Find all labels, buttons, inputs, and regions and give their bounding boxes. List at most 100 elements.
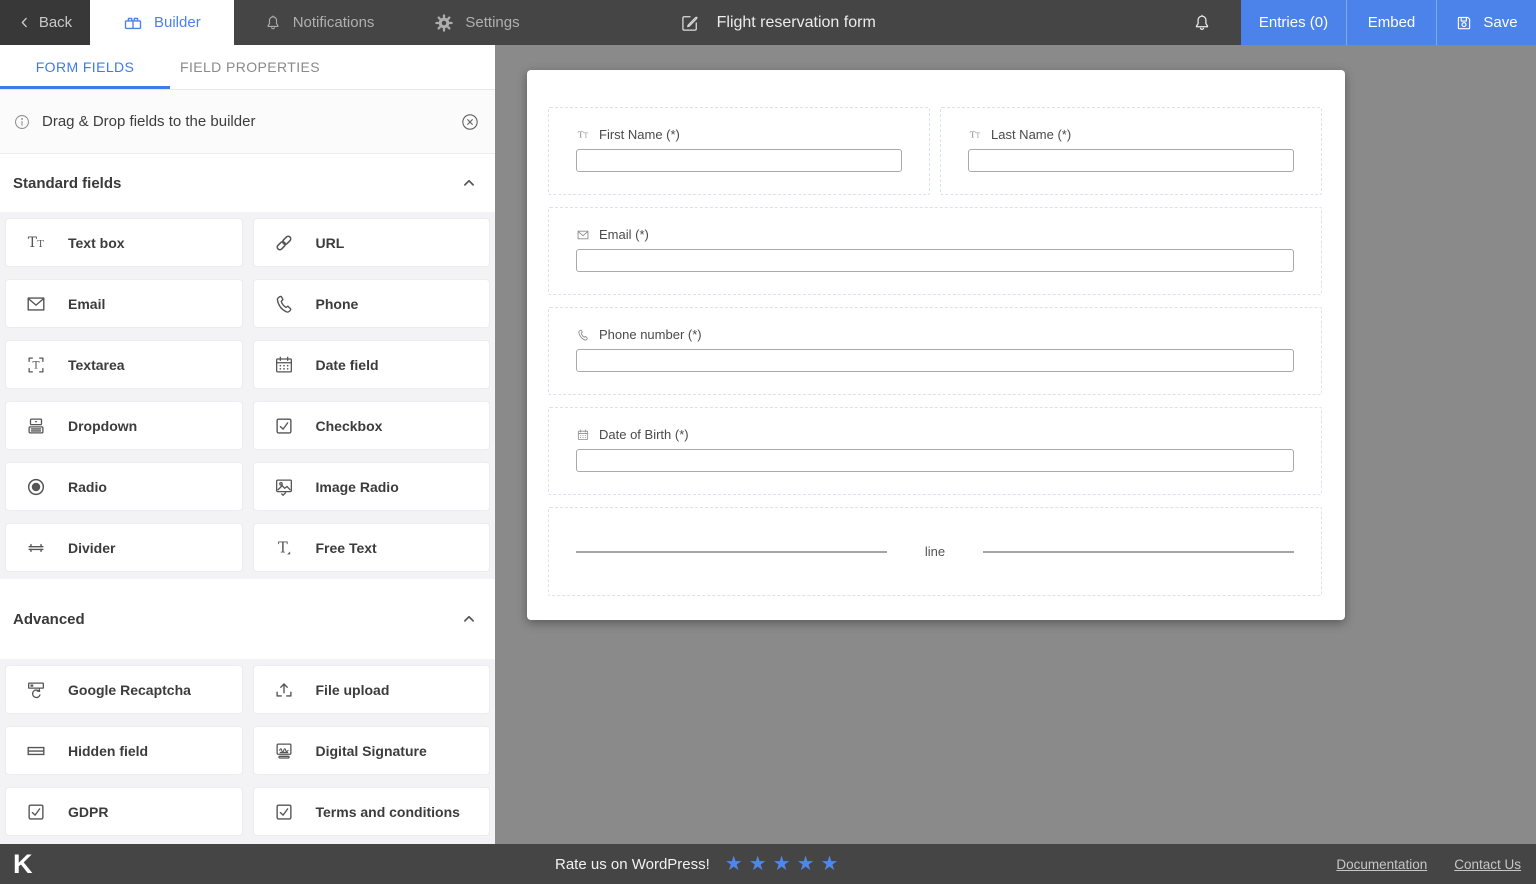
field-card-label: Hidden field [68,743,148,759]
tab-notifications-label: Notifications [293,14,375,31]
tab-form-fields[interactable]: FORM FIELDS [0,45,170,89]
field-card-file-upload[interactable]: File upload [253,665,491,714]
footer-links: Documentation Contact Us [1336,857,1521,872]
form-field-phone-number[interactable]: Phone number (*) [548,307,1322,395]
star-icon[interactable]: ★ [725,854,743,874]
field-card-label: Divider [68,540,115,556]
notifications-bell-button[interactable] [1192,0,1212,45]
field-card-radio[interactable]: Radio [5,462,243,511]
field-card-label: Google Recaptcha [68,682,191,698]
tab-settings[interactable]: Settings [404,0,549,45]
drag-drop-hint: Drag & Drop fields to the builder [0,90,495,154]
field-label: TT First Name (*) [576,127,902,142]
chevron-up-icon[interactable] [460,174,478,192]
form-field-date-of-birth[interactable]: Date of Birth (*) [548,407,1322,495]
star-icon[interactable]: ★ [773,854,791,874]
field-card-image-radio[interactable]: Image Radio [253,462,491,511]
rate-text: Rate us on WordPress! [555,856,710,873]
section-title: Standard fields [13,175,121,192]
email-input[interactable] [576,249,1294,272]
tab-notifications[interactable]: Notifications [234,0,405,45]
field-card-free-text[interactable]: TFree Text [253,523,491,572]
field-card-label: File upload [316,682,390,698]
section-header-standard-fields[interactable]: Standard fields [0,154,495,212]
entries-button[interactable]: Entries (0) [1241,0,1346,45]
field-label-text: First Name (*) [599,127,680,142]
field-label: Phone number (*) [576,327,1294,342]
chevron-up-icon[interactable] [460,610,478,628]
embed-button-label: Embed [1368,14,1416,31]
sidebar-tabs: FORM FIELDS FIELD PROPERTIES [0,45,495,90]
field-card-checkbox[interactable]: Checkbox [253,401,491,450]
field-card-email[interactable]: Email [5,279,243,328]
footer-link-documentation[interactable]: Documentation [1336,857,1427,872]
form-field-first-name[interactable]: TT First Name (*) [548,107,930,195]
checkbox-icon [273,415,295,437]
divider-icon [25,537,47,559]
field-card-text-box[interactable]: TTText box [5,218,243,267]
recaptcha-icon [25,679,47,701]
field-grid-standard-fields: TTText boxURLEmail Phone TTextareaDate fie… [0,212,495,579]
field-grid-advanced: Google Recaptcha File upload Hidden field D… [0,659,495,843]
field-card-textarea[interactable]: TTextarea [5,340,243,389]
top-bar-actions: Entries (0) Embed Save [1192,0,1536,45]
form-field-email[interactable]: Email (*) [548,207,1322,295]
field-card-google-recaptcha[interactable]: Google Recaptcha [5,665,243,714]
upload-icon [273,679,295,701]
field-card-hidden-field[interactable]: Hidden field [5,726,243,775]
form-field-divider[interactable]: line [548,507,1322,596]
section-header-advanced[interactable]: Advanced [0,579,495,659]
top-bar: Back Builder Notifications Settings Flig… [0,0,1536,45]
hidden-icon [25,740,47,762]
hint-text: Drag & Drop fields to the builder [42,113,255,130]
field-card-date-field[interactable]: Date field [253,340,491,389]
svg-text:T: T [278,539,288,556]
edit-icon[interactable] [680,13,700,33]
save-button[interactable]: Save [1436,0,1536,45]
svg-text:T: T [28,235,38,251]
star-icon[interactable]: ★ [821,854,839,874]
tab-builder[interactable]: Builder [90,0,234,45]
embed-button[interactable]: Embed [1346,0,1436,45]
phone-icon [273,293,295,315]
field-card-terms-and-conditions[interactable]: Terms and conditions [253,787,491,836]
field-card-label: Phone [316,296,359,312]
email-icon [576,228,590,242]
textbox-icon: TT [576,128,590,142]
last-name-input[interactable] [968,149,1294,172]
field-card-label: Dropdown [68,418,137,434]
field-label-text: Email (*) [599,227,649,242]
sidebar: FORM FIELDS FIELD PROPERTIES Drag & Drop… [0,45,495,844]
field-card-label: Image Radio [316,479,399,495]
field-card-label: Terms and conditions [316,804,460,820]
field-card-url[interactable]: URL [253,218,491,267]
entries-button-label: Entries (0) [1259,14,1328,31]
bell-icon [264,14,282,32]
image-icon [273,476,295,498]
tab-field-properties-label: FIELD PROPERTIES [180,59,320,75]
phone-number-input[interactable] [576,349,1294,372]
radio-icon [25,476,47,498]
field-card-digital-signature[interactable]: Digital Signature [253,726,491,775]
back-button[interactable]: Back [0,0,90,45]
calendar-icon [273,354,295,376]
close-icon[interactable] [460,112,480,132]
field-card-divider[interactable]: Divider [5,523,243,572]
field-card-phone[interactable]: Phone [253,279,491,328]
calendar-icon [576,428,590,442]
footer-bar: K Rate us on WordPress! ★ ★ ★ ★ ★ Documentat… [0,844,1536,884]
first-name-input[interactable] [576,149,902,172]
field-card-dropdown[interactable]: Dropdown [5,401,243,450]
star-icon[interactable]: ★ [749,854,767,874]
dropdown-icon [25,415,47,437]
tab-field-properties[interactable]: FIELD PROPERTIES [170,45,330,89]
rate-group: Rate us on WordPress! ★ ★ ★ ★ ★ [555,854,838,874]
save-button-label: Save [1483,14,1517,31]
star-icon[interactable]: ★ [797,854,815,874]
date-of-birth-input[interactable] [576,449,1294,472]
footer-link-contact-us[interactable]: Contact Us [1454,857,1521,872]
kali-forms-logo: K [13,851,33,878]
field-card-gdpr[interactable]: GDPR [5,787,243,836]
field-card-label: GDPR [68,804,108,820]
form-field-last-name[interactable]: TTLast Name (*) [940,107,1322,195]
